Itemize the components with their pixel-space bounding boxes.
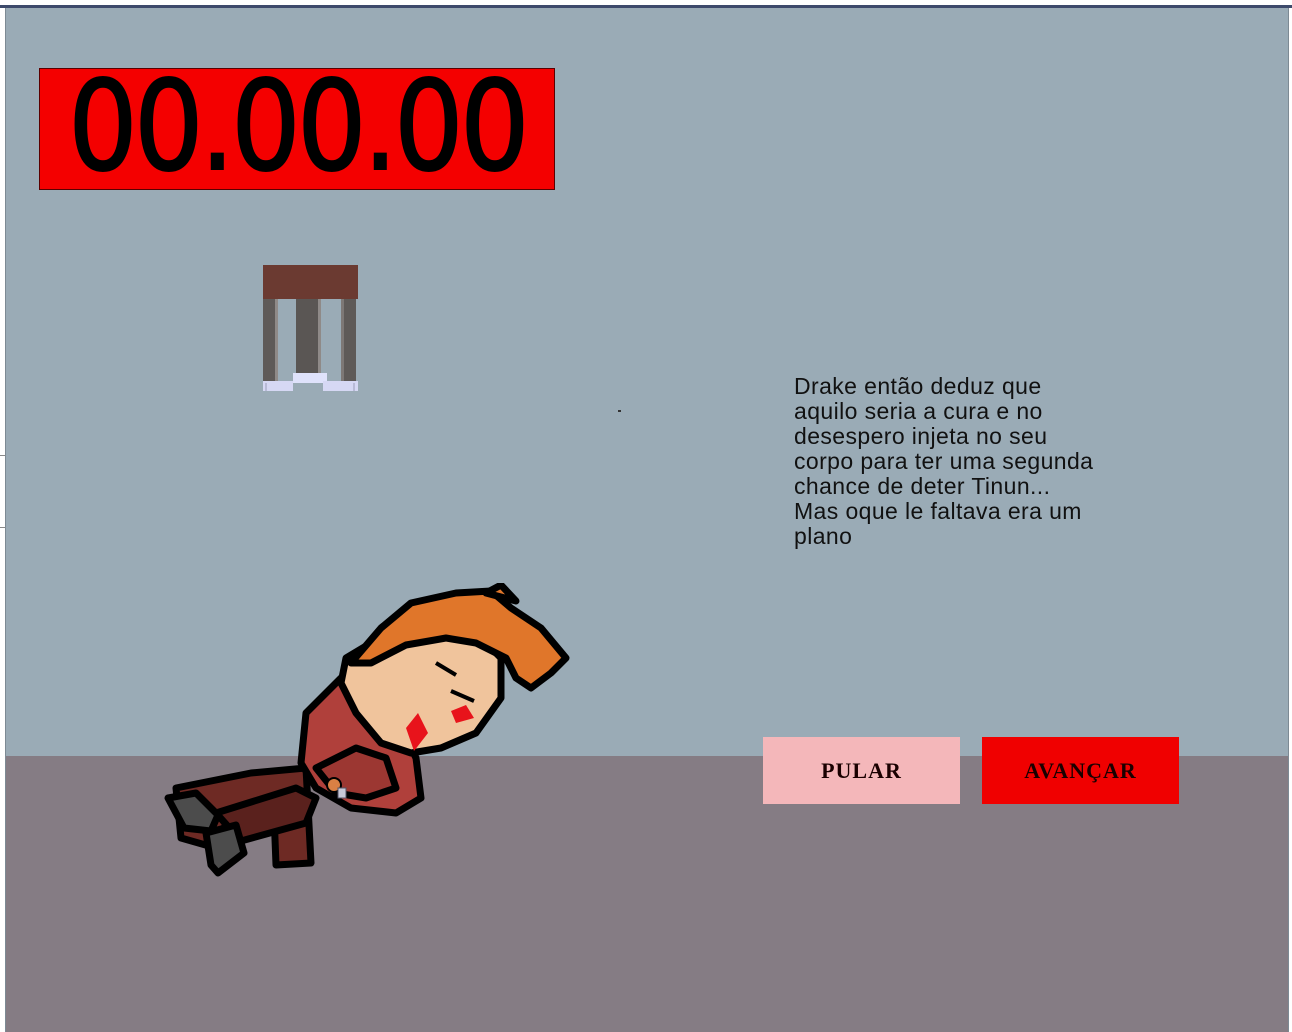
drake-injured-sprite [164,583,570,877]
game-scene: 00.00.00 Drake então deduz que aquilo se… [5,8,1289,1032]
timer-panel: 00.00.00 [39,55,555,199]
window-top-border [0,0,1292,8]
timer-display: 00.00.00 [67,55,530,199]
advance-button[interactable]: AVANÇAR [982,737,1179,804]
stool-sprite [263,265,358,391]
scene-speck [618,410,621,412]
story-text: Drake então deduz que aquilo seria a cur… [794,373,1094,549]
skip-button[interactable]: PULAR [763,737,960,804]
